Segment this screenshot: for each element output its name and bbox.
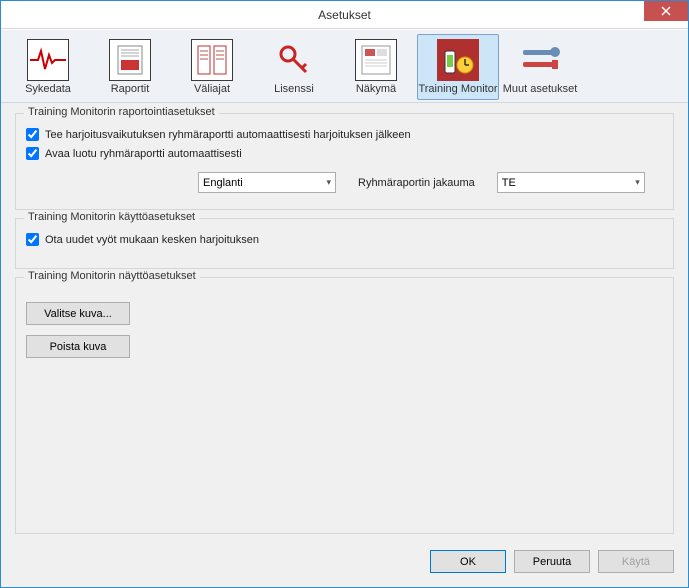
tab-label: Sykedata bbox=[25, 83, 71, 95]
close-icon bbox=[661, 6, 671, 16]
tab-sykedata[interactable]: Sykedata bbox=[7, 34, 89, 100]
checkbox-input[interactable] bbox=[26, 128, 39, 141]
ok-button[interactable]: OK bbox=[430, 550, 506, 573]
close-button[interactable] bbox=[644, 1, 688, 21]
apply-button: Käytä bbox=[598, 550, 674, 573]
language-select[interactable]: Englanti ▾ bbox=[198, 172, 336, 193]
checkbox-auto-report[interactable]: Tee harjoitusvaikutuksen ryhmäraportti a… bbox=[26, 128, 663, 141]
content-area: Training Monitorin raportointiasetukset … bbox=[1, 103, 688, 540]
chevron-down-icon: ▾ bbox=[326, 177, 331, 188]
tab-valiajat[interactable]: Väliajat bbox=[171, 34, 253, 100]
tab-training-monitor[interactable]: Training Monitor bbox=[417, 34, 499, 100]
group-title: Training Monitorin käyttöasetukset bbox=[24, 211, 199, 223]
remove-image-button[interactable]: Poista kuva bbox=[26, 335, 130, 358]
select-value: Englanti bbox=[203, 177, 243, 189]
button-label: Valitse kuva... bbox=[44, 308, 112, 320]
tab-label: Lisenssi bbox=[274, 83, 314, 95]
cancel-button[interactable]: Peruuta bbox=[514, 550, 590, 573]
group-usage: Training Monitorin käyttöasetukset Ota u… bbox=[15, 218, 674, 269]
titlebar: Asetukset bbox=[1, 1, 688, 29]
toolbar: Sykedata Raportit Väliajat Lisenssi Näky… bbox=[1, 29, 688, 103]
distribution-label: Ryhmäraportin jakauma bbox=[358, 177, 475, 189]
tab-lisenssi[interactable]: Lisenssi bbox=[253, 34, 335, 100]
settings-window: Asetukset Sykedata Raportit Väliajat bbox=[0, 0, 689, 588]
distribution-select[interactable]: TE ▾ bbox=[497, 172, 645, 193]
combo-row: Englanti ▾ Ryhmäraportin jakauma TE ▾ bbox=[198, 172, 663, 193]
laps-icon bbox=[191, 39, 233, 81]
tab-label: Training Monitor bbox=[418, 83, 497, 95]
select-value: TE bbox=[502, 177, 516, 189]
button-label: OK bbox=[460, 556, 476, 568]
tab-label: Muut asetukset bbox=[503, 83, 578, 95]
checkbox-label: Ota uudet vyöt mukaan kesken harjoitukse… bbox=[45, 234, 259, 246]
window-title: Asetukset bbox=[318, 8, 371, 22]
group-display: Training Monitorin näyttöasetukset Valit… bbox=[15, 277, 674, 534]
report-icon bbox=[109, 39, 151, 81]
view-icon bbox=[355, 39, 397, 81]
checkbox-input[interactable] bbox=[26, 147, 39, 160]
tab-nakyma[interactable]: Näkymä bbox=[335, 34, 417, 100]
tab-raportit[interactable]: Raportit bbox=[89, 34, 171, 100]
wrench-icon bbox=[519, 39, 561, 81]
select-image-button[interactable]: Valitse kuva... bbox=[26, 302, 130, 325]
dialog-footer: OK Peruuta Käytä bbox=[1, 540, 688, 587]
heartbeat-icon bbox=[27, 39, 69, 81]
chevron-down-icon: ▾ bbox=[635, 177, 640, 188]
key-icon bbox=[273, 39, 315, 81]
button-label: Käytä bbox=[622, 556, 650, 568]
group-title: Training Monitorin raportointiasetukset bbox=[24, 106, 219, 118]
checkbox-input[interactable] bbox=[26, 233, 39, 246]
checkbox-label: Avaa luotu ryhmäraportti automaattisesti bbox=[45, 148, 242, 160]
tab-label: Näkymä bbox=[356, 83, 396, 95]
training-monitor-icon bbox=[437, 39, 479, 81]
checkbox-auto-open[interactable]: Avaa luotu ryhmäraportti automaattisesti bbox=[26, 147, 663, 160]
checkbox-label: Tee harjoitusvaikutuksen ryhmäraportti a… bbox=[45, 129, 411, 141]
group-reporting: Training Monitorin raportointiasetukset … bbox=[15, 113, 674, 210]
checkbox-new-belts[interactable]: Ota uudet vyöt mukaan kesken harjoitukse… bbox=[26, 233, 663, 246]
button-label: Poista kuva bbox=[50, 341, 107, 353]
button-label: Peruuta bbox=[533, 556, 572, 568]
group-title: Training Monitorin näyttöasetukset bbox=[24, 270, 200, 282]
tab-label: Väliajat bbox=[194, 83, 230, 95]
tab-label: Raportit bbox=[111, 83, 150, 95]
tab-muut-asetukset[interactable]: Muut asetukset bbox=[499, 34, 581, 100]
